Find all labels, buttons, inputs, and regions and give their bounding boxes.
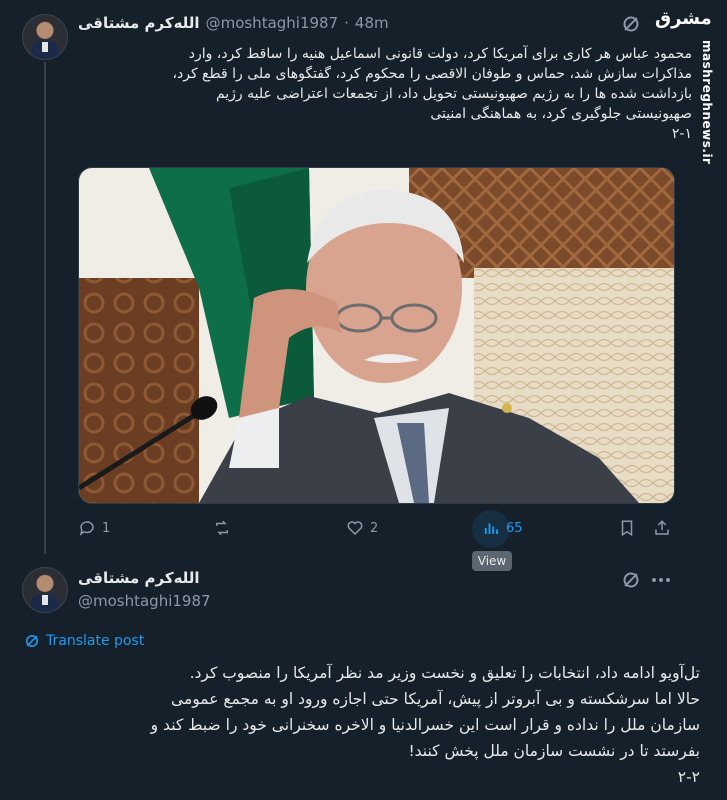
- like-button[interactable]: 2: [346, 519, 378, 537]
- share-icon: [655, 520, 669, 535]
- translate-post-link[interactable]: Translate post: [24, 633, 144, 649]
- tweet2-text: تل‌آویو ادامه داد، انتخابات را تعلیق و ن…: [150, 664, 700, 786]
- grok-icon[interactable]: [621, 570, 641, 590]
- analytics-icon: [484, 523, 498, 534]
- avatar[interactable]: [22, 14, 68, 60]
- grok-icon[interactable]: [621, 14, 641, 34]
- view-tooltip: View: [472, 551, 512, 571]
- post-time[interactable]: 48m: [355, 14, 389, 32]
- author-handle[interactable]: @moshtaghi1987: [78, 592, 211, 610]
- avatar[interactable]: [22, 567, 68, 613]
- tweet1-header: الله‌کرم مشتاقی @moshtaghi1987 · 48m: [78, 14, 389, 32]
- tweet1-text: محمود عباس هر کاری برای آمریکا کرد، دولت…: [172, 46, 692, 142]
- reply-button[interactable]: 1: [78, 519, 110, 537]
- author-handle[interactable]: @moshtaghi1987: [206, 14, 339, 32]
- separator-dot: ·: [344, 14, 349, 32]
- mashregh-side-watermark: mashreghnews.ir: [700, 40, 714, 165]
- share-button[interactable]: [653, 519, 671, 537]
- repost-button[interactable]: [213, 519, 237, 537]
- thread-line: [44, 62, 46, 554]
- reply-count: 1: [102, 520, 111, 536]
- bookmark-button[interactable]: [618, 519, 636, 537]
- like-count: 2: [370, 520, 379, 536]
- heart-icon: [347, 521, 363, 536]
- translate-label: Translate post: [46, 633, 145, 649]
- views-button[interactable]: 65: [482, 519, 523, 537]
- translate-icon: [26, 635, 38, 647]
- mashregh-logo: مشرق: [655, 8, 712, 29]
- author-name[interactable]: الله‌کرم مشتاقی: [78, 14, 200, 32]
- more-options-icon[interactable]: [650, 570, 672, 590]
- reply-icon: [79, 521, 94, 536]
- repost-icon: [216, 520, 228, 536]
- tweet1-image[interactable]: [78, 167, 675, 504]
- views-count: 65: [506, 520, 523, 536]
- author-name[interactable]: الله‌کرم مشتاقی: [78, 569, 200, 587]
- bookmark-icon: [621, 520, 633, 537]
